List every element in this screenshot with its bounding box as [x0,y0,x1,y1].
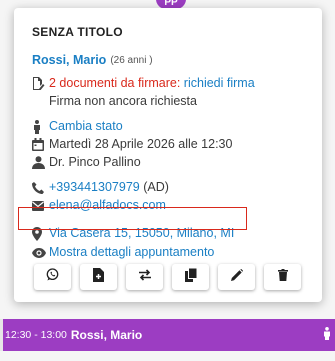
event-patient-name: Rossi, Mario [70,328,143,342]
signature-status: Firma non ancora richiesta [49,94,197,108]
person-icon [323,327,331,343]
delete-button[interactable] [264,264,301,290]
appointment-date: Martedì 28 Aprile 2026 alle 12:30 [49,137,233,151]
appointment-popup: SENZA TITOLO Rossi, Mario (26 anni ) 2 d… [14,8,322,302]
date-row: Martedì 28 Aprile 2026 alle 12:30 [32,137,306,152]
file-plus-icon [93,267,104,287]
documents-to-sign: 2 documenti da firmare: [49,76,181,90]
add-document-button[interactable] [80,264,117,290]
edit-button[interactable] [218,264,255,290]
swap-icon [138,268,152,286]
change-state-link[interactable]: Cambia stato [49,119,123,134]
calendar-event[interactable]: 12:30 - 13:00 Rossi, Mario [3,319,335,351]
pencil-icon [230,268,243,286]
documents-row: 2 documenti da firmare: richiedi firma [32,76,306,91]
doctor-name: Dr. Pinco Pallino [49,155,141,169]
whatsapp-icon [46,268,59,286]
doctor-row: Dr. Pinco Pallino [32,155,306,170]
file-signature-icon [32,77,46,90]
request-signature-link[interactable]: richiedi firma [184,76,255,91]
show-details-link[interactable]: Mostra dettagli appuntamento [49,245,214,260]
eye-icon [32,247,46,258]
patient-row: Rossi, Mario (26 anni ) [32,53,306,68]
copy-button[interactable] [172,264,209,290]
phone-row: +393441307979 (AD) [32,180,306,195]
popup-title: SENZA TITOLO [32,25,123,39]
details-row: Mostra dettagli appuntamento [32,245,306,260]
patient-name-link[interactable]: Rossi, Mario [32,53,106,68]
move-button[interactable] [126,264,163,290]
calendar-icon [32,138,46,151]
doctor-icon [32,156,46,169]
trash-icon [277,268,288,286]
copy-icon [184,267,197,287]
address-highlight-box [18,207,247,230]
event-time: 12:30 - 13:00 [5,329,67,341]
person-icon [32,119,46,134]
action-toolbar [34,264,301,290]
phone-suffix: (AD) [143,180,169,194]
whatsapp-button[interactable] [34,264,71,290]
patient-age: (26 anni ) [110,55,153,66]
phone-link[interactable]: +393441307979 [49,180,140,195]
change-state-row: Cambia stato [32,119,306,134]
phone-icon [32,181,46,194]
